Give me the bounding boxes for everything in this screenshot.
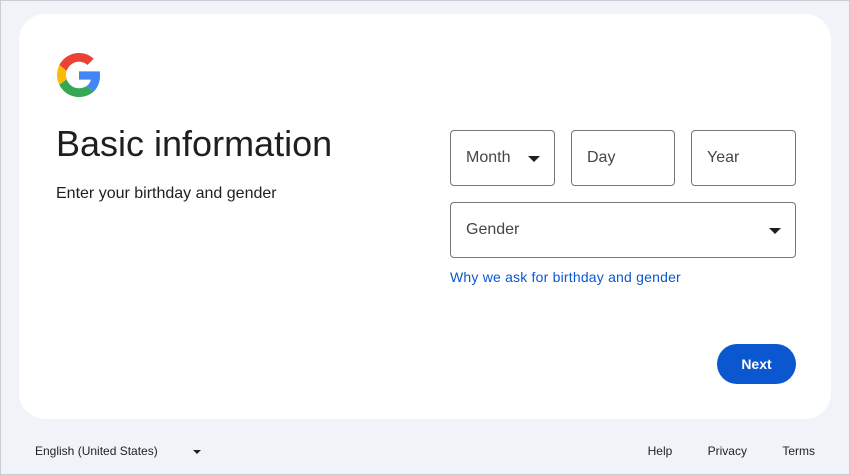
why-birthday-gender-link[interactable]: Why we ask for birthday and gender xyxy=(450,268,681,286)
signup-card: Basic information Enter your birthday an… xyxy=(19,14,831,419)
next-button[interactable]: Next xyxy=(717,344,796,384)
google-g-logo-icon xyxy=(57,53,101,97)
terms-link[interactable]: Terms xyxy=(782,444,815,458)
day-input[interactable]: Day xyxy=(571,130,675,186)
year-input-placeholder: Year xyxy=(707,149,740,166)
footer-links: Help Privacy Terms xyxy=(648,444,815,458)
help-link[interactable]: Help xyxy=(648,444,673,458)
page-title: Basic information xyxy=(56,123,333,164)
gender-select-label: Gender xyxy=(466,221,520,238)
dropdown-arrow-icon[interactable] xyxy=(193,450,201,454)
language-selector[interactable]: English (United States) xyxy=(35,444,158,458)
gender-select[interactable]: Gender xyxy=(450,202,796,258)
month-select[interactable]: Month xyxy=(450,130,555,186)
privacy-link[interactable]: Privacy xyxy=(708,444,747,458)
day-input-placeholder: Day xyxy=(587,149,616,166)
month-select-label: Month xyxy=(466,149,511,166)
page-subtitle: Enter your birthday and gender xyxy=(56,185,277,202)
year-input[interactable]: Year xyxy=(691,130,796,186)
dropdown-arrow-icon xyxy=(769,228,781,234)
dropdown-arrow-icon xyxy=(528,156,540,162)
